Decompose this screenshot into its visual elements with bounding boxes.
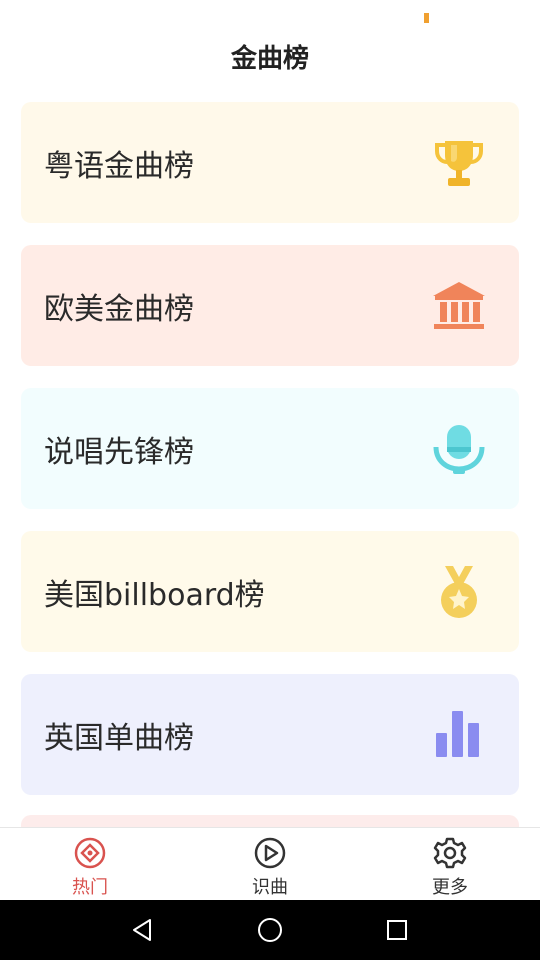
tab-label: 识曲	[252, 877, 288, 898]
top-header: 金曲榜	[0, 28, 540, 84]
tab-more[interactable]: 更多	[360, 828, 540, 900]
trophy-icon	[429, 133, 489, 193]
tab-hot[interactable]: 热门	[0, 828, 180, 900]
medal-icon	[429, 562, 489, 622]
chart-list[interactable]: 粤语金曲榜 欧美金曲榜 说唱先锋榜 美国billboard榜 英国单曲榜	[0, 102, 540, 827]
museum-icon	[429, 276, 489, 336]
card-western-chart[interactable]: 欧美金曲榜	[21, 245, 519, 366]
home-circle-icon[interactable]	[250, 910, 290, 950]
card-label: 欧美金曲榜	[44, 291, 194, 327]
card-billboard-chart[interactable]: 美国billboard榜	[21, 531, 519, 652]
microphone-icon	[429, 419, 489, 479]
card-label: 美国billboard榜	[44, 577, 265, 613]
hot-icon	[72, 835, 108, 871]
tab-recognize[interactable]: 识曲	[180, 828, 360, 900]
tab-label: 热门	[72, 877, 108, 898]
recents-square-icon[interactable]	[377, 910, 417, 950]
gear-icon	[432, 835, 468, 871]
card-rap-chart[interactable]: 说唱先锋榜	[21, 388, 519, 509]
card-label: 英国单曲榜	[44, 720, 194, 756]
card-uk-singles-chart[interactable]: 英国单曲榜	[21, 674, 519, 795]
bar-chart-icon	[429, 705, 489, 765]
card-label: 说唱先锋榜	[44, 434, 194, 470]
status-indicator	[424, 13, 429, 23]
card-next-peek[interactable]	[21, 815, 519, 827]
card-cantonese-chart[interactable]: 粤语金曲榜	[21, 102, 519, 223]
back-triangle-icon[interactable]	[123, 910, 163, 950]
system-nav-bar	[0, 900, 540, 960]
card-label: 粤语金曲榜	[44, 148, 194, 184]
tab-label: 更多	[432, 877, 468, 898]
page-title: 金曲榜	[230, 43, 309, 74]
bottom-tab-bar: 热门 识曲 更多	[0, 827, 540, 900]
app-screen: 金曲榜 粤语金曲榜 欧美金曲榜 说唱先锋榜 美国billboard榜 英国单曲榜…	[0, 0, 540, 960]
play-circle-icon	[252, 835, 288, 871]
